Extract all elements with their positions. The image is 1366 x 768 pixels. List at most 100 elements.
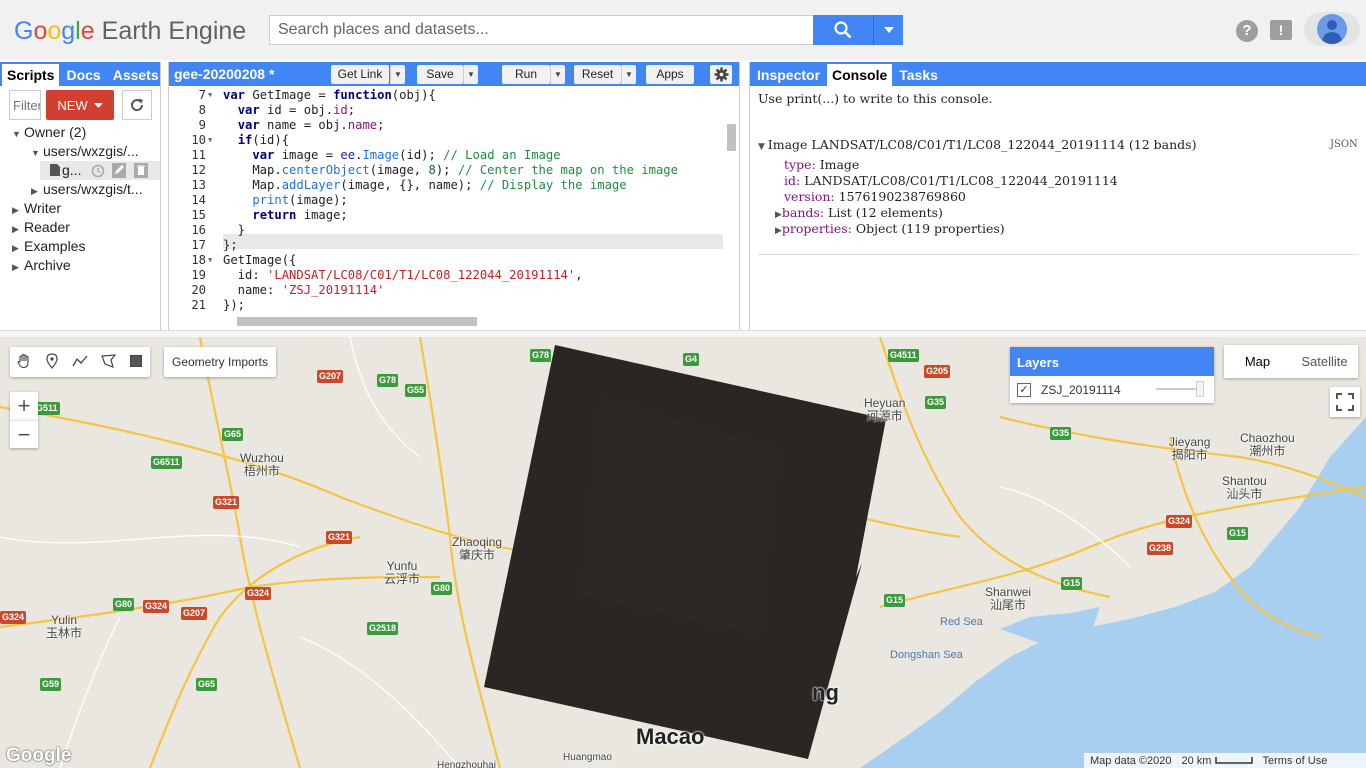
road-shield: G78 bbox=[377, 374, 399, 387]
tab-docs[interactable]: Docs bbox=[61, 64, 105, 86]
settings-button[interactable] bbox=[710, 65, 732, 84]
earth-engine-logo[interactable]: Go o g l e Earth Engine bbox=[14, 14, 246, 48]
prop-key: id: bbox=[784, 173, 801, 188]
map-type-map[interactable]: Map bbox=[1224, 345, 1291, 378]
road-shield: G35 bbox=[925, 396, 947, 409]
road-shield: G55 bbox=[405, 384, 427, 397]
tree-item-repo[interactable]: ▼ users/wxzgis/... bbox=[31, 143, 139, 159]
history-icon[interactable] bbox=[91, 164, 105, 178]
point-tool[interactable] bbox=[38, 347, 66, 375]
fold-caret-icon[interactable]: ▼ bbox=[208, 256, 212, 264]
fullscreen-button[interactable] bbox=[1330, 387, 1360, 417]
fold-caret-icon[interactable]: ▼ bbox=[208, 136, 212, 144]
refresh-icon bbox=[131, 98, 144, 112]
chevron-down-icon bbox=[93, 102, 103, 108]
delete-icon[interactable] bbox=[134, 163, 148, 178]
tab-inspector[interactable]: Inspector bbox=[752, 64, 825, 86]
scale-bar-icon bbox=[1214, 756, 1253, 764]
save-button[interactable]: Save bbox=[417, 65, 463, 84]
code-line: var image = ee.Image(id); // Load an Ima… bbox=[252, 148, 561, 162]
tab-scripts[interactable]: Scripts bbox=[2, 64, 60, 86]
code-line: var name = obj.name; bbox=[237, 118, 385, 132]
city-label: Zhaoqing 肇庆市 bbox=[452, 535, 503, 562]
console-image-header[interactable]: ▼ Image LANDSAT/LC08/C01/T1/LC08_122044_… bbox=[758, 137, 1196, 152]
line-number: 19 bbox=[191, 268, 206, 282]
reset-button[interactable]: Reset bbox=[574, 65, 621, 84]
console-prop-type: type: Image bbox=[784, 157, 859, 172]
rectangle-icon bbox=[130, 355, 142, 367]
search-button[interactable] bbox=[813, 15, 873, 45]
save-dropdown[interactable]: ▼ bbox=[463, 65, 478, 84]
logo-letter: G bbox=[14, 16, 34, 45]
terms-of-use-link[interactable]: Terms of Use bbox=[1263, 755, 1328, 767]
map[interactable]: G78 G4 G4511 G205 G207 G78 G55 G35 G65 G… bbox=[0, 337, 1366, 768]
caret-right-icon: ▶ bbox=[12, 224, 19, 234]
tree-item-archive[interactable]: ▶ Archive bbox=[12, 257, 71, 273]
json-link[interactable]: JSON bbox=[1330, 139, 1358, 150]
map-data-attribution[interactable]: Map data ©2020 bbox=[1090, 755, 1172, 767]
town-label: Huangmao bbox=[563, 752, 612, 763]
script-filter-input[interactable] bbox=[9, 90, 41, 120]
panel-splitter[interactable] bbox=[0, 330, 1366, 337]
new-script-button[interactable]: NEW bbox=[46, 90, 114, 120]
road-shield: G15 bbox=[1227, 527, 1249, 540]
road-shield: G59 bbox=[40, 678, 62, 691]
polygon-tool[interactable] bbox=[94, 347, 122, 375]
search-input[interactable] bbox=[269, 15, 814, 45]
layer-opacity-handle[interactable] bbox=[1196, 381, 1204, 397]
tree-item-label: Examples bbox=[24, 238, 86, 254]
apps-button[interactable]: Apps bbox=[646, 65, 694, 84]
tree-item-label: Archive bbox=[24, 257, 71, 273]
tree-item-owner[interactable]: ▼ Owner (2) bbox=[12, 124, 86, 140]
tree-item-examples[interactable]: ▶ Examples bbox=[12, 238, 85, 254]
get-link-button[interactable]: Get Link bbox=[331, 65, 389, 84]
tree-item-file[interactable]: g... bbox=[40, 161, 160, 180]
zoom-in-button[interactable]: + bbox=[10, 392, 38, 420]
avatar[interactable] bbox=[1317, 14, 1347, 44]
road-shield: G65 bbox=[196, 678, 218, 691]
get-link-dropdown[interactable]: ▼ bbox=[390, 65, 405, 84]
gear-icon bbox=[713, 67, 729, 82]
code-area[interactable]: 7 8 9 10 11 12 13 14 15 16 17 18 19 20 2… bbox=[169, 88, 724, 313]
tab-tasks[interactable]: Tasks bbox=[894, 64, 943, 86]
horizontal-scroll-thumb[interactable] bbox=[237, 317, 477, 326]
rectangle-tool[interactable] bbox=[122, 347, 150, 375]
city-label: Yulin 玉林市 bbox=[46, 613, 83, 640]
help-icon[interactable]: ? bbox=[1236, 20, 1258, 42]
line-tool[interactable] bbox=[66, 347, 94, 375]
layer-row: ✓ ZSJ_20191114 bbox=[1010, 376, 1214, 403]
code-line: } bbox=[223, 223, 246, 237]
run-button[interactable]: Run bbox=[502, 65, 550, 84]
geometry-imports-button[interactable]: Geometry Imports bbox=[164, 347, 276, 377]
search-dropdown-button[interactable] bbox=[873, 15, 903, 45]
run-dropdown[interactable]: ▼ bbox=[550, 65, 565, 84]
tree-item-label: users/wxzgis/t... bbox=[43, 181, 143, 197]
script-filename[interactable]: gee-20200208 * bbox=[174, 66, 274, 82]
edit-icon[interactable] bbox=[112, 163, 126, 178]
vertical-scrollbar[interactable] bbox=[724, 89, 738, 311]
feedback-icon[interactable]: ! bbox=[1270, 20, 1292, 40]
drawing-tools bbox=[10, 347, 150, 377]
line-number: 18 bbox=[191, 253, 206, 267]
tab-assets[interactable]: Assets bbox=[108, 64, 164, 86]
current-line-highlight bbox=[223, 234, 723, 249]
console-prop-properties[interactable]: ▶properties: Object (119 properties) bbox=[775, 221, 1005, 236]
caret-down-icon: ▼ bbox=[31, 148, 40, 158]
refresh-button[interactable] bbox=[122, 90, 152, 120]
tree-item-writer[interactable]: ▶ Writer bbox=[12, 200, 61, 216]
fold-caret-icon[interactable]: ▼ bbox=[208, 91, 212, 99]
map-type-satellite[interactable]: Satellite bbox=[1291, 345, 1358, 378]
console-prop-bands[interactable]: ▶bands: List (12 elements) bbox=[775, 205, 943, 220]
line-number: 7 bbox=[198, 88, 206, 102]
polygon-icon bbox=[100, 354, 116, 368]
zoom-out-button[interactable]: − bbox=[10, 420, 38, 448]
tree-item-repo-2[interactable]: ▶ users/wxzgis/t... bbox=[31, 181, 143, 197]
pan-tool[interactable] bbox=[10, 347, 38, 375]
code-line: Map.addLayer(image, {}, name); // Displa… bbox=[223, 178, 627, 192]
tab-console[interactable]: Console bbox=[827, 64, 893, 86]
reset-dropdown[interactable]: ▼ bbox=[621, 65, 636, 84]
tree-item-reader[interactable]: ▶ Reader bbox=[12, 219, 70, 235]
line-number: 9 bbox=[198, 118, 206, 132]
layer-visibility-checkbox[interactable]: ✓ bbox=[1017, 382, 1031, 397]
vertical-scroll-thumb[interactable] bbox=[727, 124, 736, 151]
